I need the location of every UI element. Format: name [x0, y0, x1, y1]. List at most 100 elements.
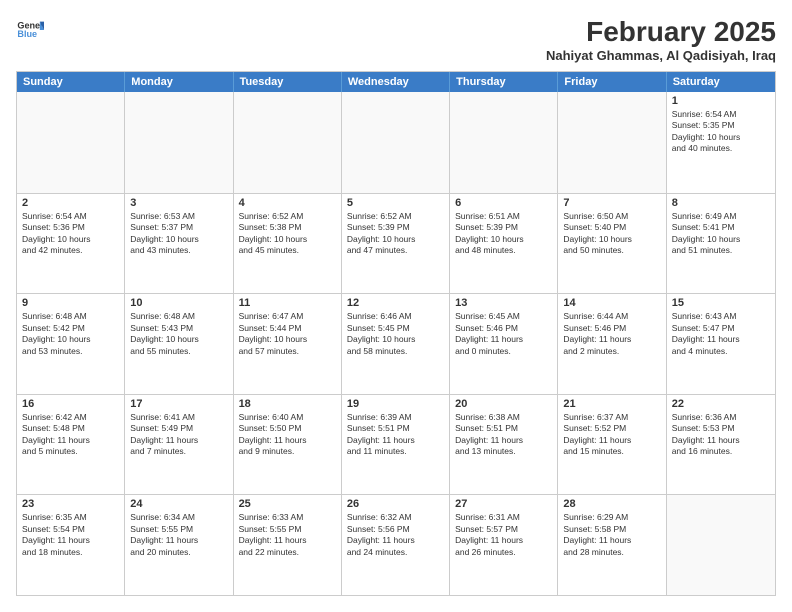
header: General Blue February 2025 Nahiyat Ghamm…	[16, 16, 776, 63]
calendar-cell	[558, 92, 666, 193]
day-number: 18	[239, 398, 336, 410]
day-info: Sunrise: 6:48 AM Sunset: 5:43 PM Dayligh…	[130, 311, 227, 357]
calendar-week-0: 1 Sunrise: 6:54 AM Sunset: 5:35 PM Daylig…	[17, 92, 775, 193]
day-number: 22	[672, 398, 770, 410]
day-number: 10	[130, 297, 227, 309]
day-info: Sunrise: 6:46 AM Sunset: 5:45 PM Dayligh…	[347, 311, 444, 357]
day-info: Sunrise: 6:34 AM Sunset: 5:55 PM Dayligh…	[130, 512, 227, 558]
calendar-cell: 17 Sunrise: 6:41 AM Sunset: 5:49 PM Dayli…	[125, 395, 233, 495]
day-info: Sunrise: 6:36 AM Sunset: 5:53 PM Dayligh…	[672, 412, 770, 458]
calendar-cell: 23Sunrise: 6:35 AM Sunset: 5:54 PM Dayli…	[17, 495, 125, 595]
day-info: Sunrise: 6:29 AM Sunset: 5:58 PM Dayligh…	[563, 512, 660, 558]
calendar-cell: 6Sunrise: 6:51 AM Sunset: 5:39 PM Daylig…	[450, 194, 558, 294]
header-monday: Monday	[125, 72, 233, 92]
calendar-week-1: 2 Sunrise: 6:54 AM Sunset: 5:36 PM Daylig…	[17, 193, 775, 294]
calendar-cell	[125, 92, 233, 193]
day-number: 2	[22, 197, 119, 209]
day-number: 4	[239, 197, 336, 209]
day-info: Sunrise: 6:41 AM Sunset: 5:49 PM Dayligh…	[130, 412, 227, 458]
svg-text:Blue: Blue	[17, 29, 37, 39]
day-number: 15	[672, 297, 770, 309]
calendar-week-3: 16 Sunrise: 6:42 AM Sunset: 5:48 PM Dayli…	[17, 394, 775, 495]
day-number: 1	[672, 95, 770, 107]
day-info: Sunrise: 6:32 AM Sunset: 5:56 PM Dayligh…	[347, 512, 444, 558]
calendar-cell: 1 Sunrise: 6:54 AM Sunset: 5:35 PM Daylig…	[667, 92, 775, 193]
day-info: Sunrise: 6:54 AM Sunset: 5:35 PM Dayligh…	[672, 109, 770, 155]
day-info: Sunrise: 6:33 AM Sunset: 5:55 PM Dayligh…	[239, 512, 336, 558]
calendar-cell	[667, 495, 775, 595]
calendar-cell: 24 Sunrise: 6:34 AM Sunset: 5:55 PM Dayli…	[125, 495, 233, 595]
header-friday: Friday	[558, 72, 666, 92]
day-info: Sunrise: 6:44 AM Sunset: 5:46 PM Dayligh…	[563, 311, 660, 357]
calendar: Sunday Monday Tuesday Wednesday Thursday…	[16, 71, 776, 596]
day-number: 13	[455, 297, 552, 309]
calendar-cell: 8Sunrise: 6:49 AM Sunset: 5:41 PM Daylig…	[667, 194, 775, 294]
day-number: 28	[563, 498, 660, 510]
calendar-cell	[450, 92, 558, 193]
day-info: Sunrise: 6:39 AM Sunset: 5:51 PM Dayligh…	[347, 412, 444, 458]
day-info: Sunrise: 6:42 AM Sunset: 5:48 PM Dayligh…	[22, 412, 119, 458]
day-number: 8	[672, 197, 770, 209]
calendar-cell: 25Sunrise: 6:33 AM Sunset: 5:55 PM Dayli…	[234, 495, 342, 595]
logo: General Blue	[16, 16, 44, 44]
day-info: Sunrise: 6:52 AM Sunset: 5:38 PM Dayligh…	[239, 211, 336, 257]
day-info: Sunrise: 6:31 AM Sunset: 5:57 PM Dayligh…	[455, 512, 552, 558]
month-title: February 2025	[546, 16, 776, 48]
day-number: 21	[563, 398, 660, 410]
day-number: 7	[563, 197, 660, 209]
calendar-cell: 21 Sunrise: 6:37 AM Sunset: 5:52 PM Dayli…	[558, 395, 666, 495]
day-number: 9	[22, 297, 119, 309]
calendar-cell: 11Sunrise: 6:47 AM Sunset: 5:44 PM Dayli…	[234, 294, 342, 394]
calendar-cell: 22 Sunrise: 6:36 AM Sunset: 5:53 PM Dayli…	[667, 395, 775, 495]
day-number: 24	[130, 498, 227, 510]
calendar-cell: 28 Sunrise: 6:29 AM Sunset: 5:58 PM Dayli…	[558, 495, 666, 595]
day-number: 5	[347, 197, 444, 209]
day-info: Sunrise: 6:52 AM Sunset: 5:39 PM Dayligh…	[347, 211, 444, 257]
calendar-cell: 16 Sunrise: 6:42 AM Sunset: 5:48 PM Dayli…	[17, 395, 125, 495]
calendar-cell: 9Sunrise: 6:48 AM Sunset: 5:42 PM Daylig…	[17, 294, 125, 394]
day-number: 17	[130, 398, 227, 410]
day-info: Sunrise: 6:40 AM Sunset: 5:50 PM Dayligh…	[239, 412, 336, 458]
day-number: 12	[347, 297, 444, 309]
day-number: 19	[347, 398, 444, 410]
calendar-cell: 2 Sunrise: 6:54 AM Sunset: 5:36 PM Daylig…	[17, 194, 125, 294]
calendar-cell: 13 Sunrise: 6:45 AM Sunset: 5:46 PM Dayli…	[450, 294, 558, 394]
calendar-cell	[342, 92, 450, 193]
day-info: Sunrise: 6:35 AM Sunset: 5:54 PM Dayligh…	[22, 512, 119, 558]
calendar-cell: 5 Sunrise: 6:52 AM Sunset: 5:39 PM Daylig…	[342, 194, 450, 294]
day-number: 20	[455, 398, 552, 410]
calendar-cell: 12 Sunrise: 6:46 AM Sunset: 5:45 PM Dayli…	[342, 294, 450, 394]
day-number: 16	[22, 398, 119, 410]
day-number: 3	[130, 197, 227, 209]
calendar-cell: 3Sunrise: 6:53 AM Sunset: 5:37 PM Daylig…	[125, 194, 233, 294]
day-info: Sunrise: 6:37 AM Sunset: 5:52 PM Dayligh…	[563, 412, 660, 458]
calendar-cell: 20Sunrise: 6:38 AM Sunset: 5:51 PM Dayli…	[450, 395, 558, 495]
calendar-cell: 10 Sunrise: 6:48 AM Sunset: 5:43 PM Dayli…	[125, 294, 233, 394]
calendar-cell	[17, 92, 125, 193]
day-info: Sunrise: 6:54 AM Sunset: 5:36 PM Dayligh…	[22, 211, 119, 257]
day-info: Sunrise: 6:50 AM Sunset: 5:40 PM Dayligh…	[563, 211, 660, 257]
calendar-cell: 4 Sunrise: 6:52 AM Sunset: 5:38 PM Daylig…	[234, 194, 342, 294]
calendar-header: Sunday Monday Tuesday Wednesday Thursday…	[17, 72, 775, 92]
calendar-cell: 26 Sunrise: 6:32 AM Sunset: 5:56 PM Dayli…	[342, 495, 450, 595]
calendar-cell: 18 Sunrise: 6:40 AM Sunset: 5:50 PM Dayli…	[234, 395, 342, 495]
day-number: 26	[347, 498, 444, 510]
location: Nahiyat Ghammas, Al Qadisiyah, Iraq	[546, 48, 776, 63]
header-thursday: Thursday	[450, 72, 558, 92]
calendar-week-2: 9Sunrise: 6:48 AM Sunset: 5:42 PM Daylig…	[17, 293, 775, 394]
day-info: Sunrise: 6:45 AM Sunset: 5:46 PM Dayligh…	[455, 311, 552, 357]
calendar-cell: 7 Sunrise: 6:50 AM Sunset: 5:40 PM Daylig…	[558, 194, 666, 294]
page: General Blue February 2025 Nahiyat Ghamm…	[0, 0, 792, 612]
day-info: Sunrise: 6:43 AM Sunset: 5:47 PM Dayligh…	[672, 311, 770, 357]
header-tuesday: Tuesday	[234, 72, 342, 92]
day-info: Sunrise: 6:47 AM Sunset: 5:44 PM Dayligh…	[239, 311, 336, 357]
calendar-body: 1 Sunrise: 6:54 AM Sunset: 5:35 PM Daylig…	[17, 92, 775, 595]
header-wednesday: Wednesday	[342, 72, 450, 92]
header-sunday: Sunday	[17, 72, 125, 92]
calendar-cell: 14 Sunrise: 6:44 AM Sunset: 5:46 PM Dayli…	[558, 294, 666, 394]
day-number: 14	[563, 297, 660, 309]
calendar-cell: 19 Sunrise: 6:39 AM Sunset: 5:51 PM Dayli…	[342, 395, 450, 495]
title-block: February 2025 Nahiyat Ghammas, Al Qadisi…	[546, 16, 776, 63]
calendar-week-4: 23Sunrise: 6:35 AM Sunset: 5:54 PM Dayli…	[17, 494, 775, 595]
day-number: 6	[455, 197, 552, 209]
